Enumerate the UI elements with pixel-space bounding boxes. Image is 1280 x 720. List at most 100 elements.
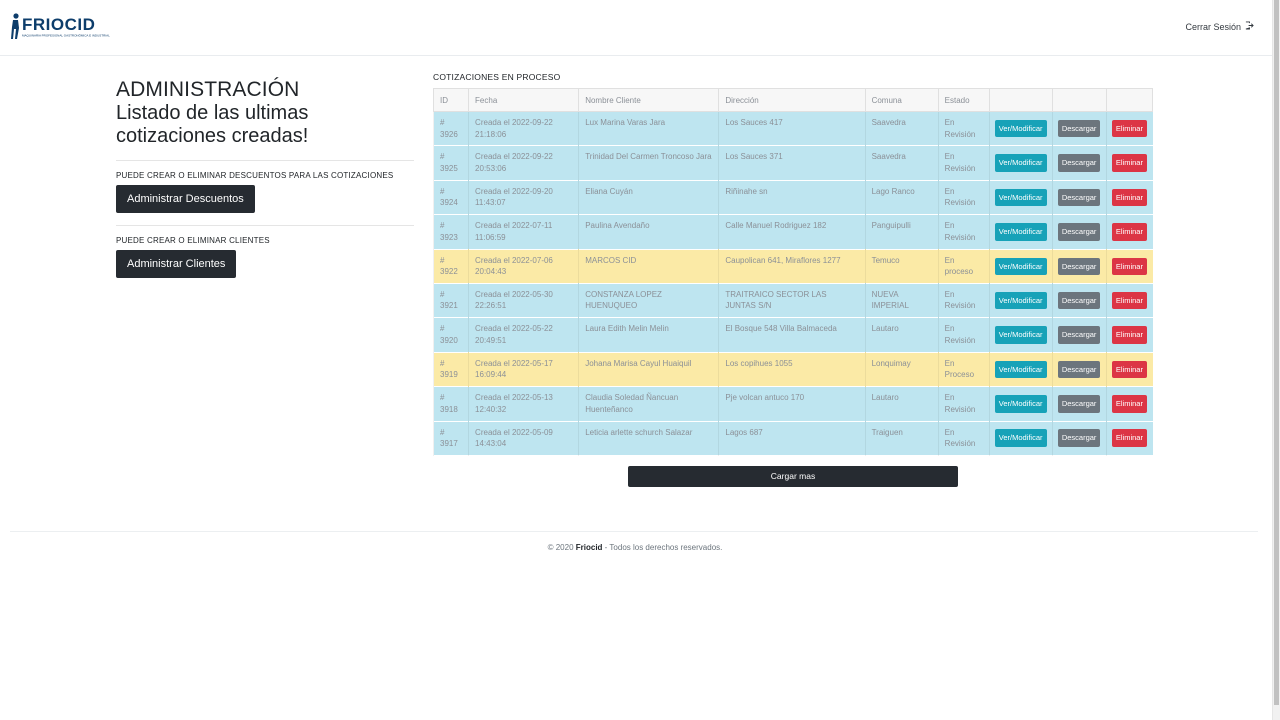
cell-id: #3921: [432, 283, 469, 318]
cell-delete: Eliminar: [1105, 249, 1153, 284]
cell-address: Lagos 687: [718, 421, 866, 456]
view-edit-button[interactable]: Ver/Modificar: [994, 223, 1047, 241]
download-button[interactable]: Descargar: [1057, 223, 1101, 241]
cell-date-day: Creada el 2022-09-22: [475, 152, 553, 162]
cell-comuna: Lago Ranco: [864, 180, 939, 215]
view-edit-button[interactable]: Ver/Modificar: [994, 395, 1047, 413]
delete-button[interactable]: Eliminar: [1111, 429, 1147, 447]
download-button[interactable]: Descargar: [1057, 257, 1101, 275]
cell-date: Creada el 2022-05-17 16:09:44: [468, 352, 579, 387]
manage-clients-button[interactable]: Administrar Clientes: [116, 250, 237, 278]
download-button[interactable]: Descargar: [1057, 429, 1101, 447]
delete-button[interactable]: Eliminar: [1111, 291, 1147, 310]
delete-button[interactable]: Eliminar: [1111, 326, 1147, 344]
cell-comuna: Temuco: [864, 249, 939, 284]
download-button[interactable]: Descargar: [1057, 395, 1101, 413]
delete-button[interactable]: Eliminar: [1111, 188, 1147, 207]
download-button[interactable]: Descargar: [1057, 188, 1101, 207]
scrollbar-thumb[interactable]: [1274, 0, 1279, 705]
sign-out-icon: [1245, 21, 1254, 32]
cell-delete: Eliminar: [1105, 180, 1153, 215]
cell-view: Ver/Modificar: [988, 180, 1053, 215]
view-edit-button[interactable]: Ver/Modificar: [994, 119, 1047, 138]
cell-date: Creada el 2022-05-09 14:43:04: [468, 421, 579, 456]
descuentos-label: PUEDE CREAR O ELIMINAR DESCUENTOS PARA L…: [116, 171, 394, 180]
page-scrollbar[interactable]: [1272, 0, 1280, 720]
cell-client: Paulina Avendaño: [578, 214, 719, 250]
download-button[interactable]: Descargar: [1057, 119, 1101, 138]
download-button[interactable]: Descargar: [1057, 154, 1101, 172]
delete-button[interactable]: Eliminar: [1111, 154, 1147, 172]
delete-button[interactable]: Eliminar: [1111, 360, 1147, 379]
table-row: #3922 Creada el 2022-07-06 20:04:43 MARCOS …: [432, 249, 1153, 284]
logout-link[interactable]: Cerrar Sesión: [1185, 21, 1254, 32]
cell-id-number: 3921: [440, 301, 458, 311]
cell-id-hash: #: [440, 221, 445, 231]
cell-delete: Eliminar: [1105, 214, 1153, 250]
cell-id: #3917: [432, 421, 469, 456]
cell-date-time: 22:26:51: [475, 301, 507, 311]
logout-label: Cerrar Sesión: [1185, 21, 1241, 32]
delete-button[interactable]: Eliminar: [1111, 119, 1147, 138]
cell-id: #3918: [432, 386, 469, 422]
cell-delete: Eliminar: [1105, 386, 1153, 422]
cell-date: Creada el 2022-07-06 20:04:43: [468, 249, 579, 284]
cell-client: Claudia Soledad Ñancuan Huenteñanco: [578, 386, 719, 422]
svg-text:MAQUINARIA PROFESIONAL GASTRON: MAQUINARIA PROFESIONAL GASTRONÓMICA E IN…: [22, 33, 110, 38]
view-edit-button[interactable]: Ver/Modificar: [994, 154, 1047, 172]
cell-date-day: Creada el 2022-05-09: [475, 427, 553, 437]
cell-client: MARCOS CID: [578, 249, 719, 284]
cell-view: Ver/Modificar: [988, 317, 1053, 353]
delete-button[interactable]: Eliminar: [1111, 223, 1147, 241]
download-button[interactable]: Descargar: [1057, 360, 1101, 379]
table-row: #3920 Creada el 2022-05-22 20:49:51 Laura E…: [432, 317, 1153, 353]
friocid-logo[interactable]: FRIOCID MAQUINARIA PROFESIONAL GASTRONÓM…: [10, 11, 114, 41]
table-title: COTIZACIONES EN PROCESO: [433, 72, 561, 82]
cell-id-hash: #: [440, 152, 445, 162]
view-edit-button[interactable]: Ver/Modificar: [994, 188, 1047, 207]
cell-view: Ver/Modificar: [988, 352, 1053, 387]
load-more-button[interactable]: Cargar mas: [628, 466, 958, 487]
footer: © 2020 Friocid - Todos los derechos rese…: [0, 543, 1270, 552]
cell-delete: Eliminar: [1105, 352, 1153, 387]
cell-download: Descargar: [1051, 145, 1107, 181]
footer-copyright: © 2020: [547, 543, 574, 552]
delete-button[interactable]: Eliminar: [1111, 395, 1147, 413]
cell-id: #3924: [432, 180, 469, 215]
delete-button[interactable]: Eliminar: [1111, 257, 1147, 275]
manage-discounts-button[interactable]: Administrar Descuentos: [116, 185, 255, 213]
column-header-id: ID: [432, 88, 470, 112]
footer-divider: [10, 531, 1258, 532]
cell-id-number: 3922: [440, 267, 458, 277]
cell-client: Laura Edith Melin Melin: [578, 317, 719, 353]
view-edit-button[interactable]: Ver/Modificar: [994, 360, 1047, 379]
download-button[interactable]: Descargar: [1057, 291, 1101, 310]
cell-id-number: 3924: [440, 198, 458, 208]
cell-id-number: 3923: [440, 232, 458, 242]
cell-download: Descargar: [1051, 386, 1107, 422]
cell-date-day: Creada el 2022-09-22: [475, 118, 553, 127]
cell-comuna: Lonquimay: [864, 352, 939, 387]
cell-delete: Eliminar: [1105, 111, 1153, 146]
cell-id: #3926: [432, 111, 469, 146]
cell-estado: En Revisión: [937, 317, 990, 353]
cell-id-number: 3925: [440, 163, 458, 173]
cell-download: Descargar: [1051, 421, 1107, 456]
view-edit-button[interactable]: Ver/Modificar: [994, 429, 1047, 447]
view-edit-button[interactable]: Ver/Modificar: [994, 257, 1047, 275]
cell-estado: En Revisión: [937, 145, 990, 181]
cell-delete: Eliminar: [1105, 317, 1153, 353]
cell-id-number: 3917: [440, 439, 458, 449]
view-edit-button[interactable]: Ver/Modificar: [994, 291, 1047, 310]
cell-client: Johana Marisa Cayul Huaiquil: [578, 352, 719, 387]
cell-date-time: 11:06:59: [475, 232, 506, 242]
cell-client: Eliana Cuyán: [578, 180, 719, 215]
cell-date-day: Creada el 2022-07-11: [475, 221, 553, 231]
view-edit-button[interactable]: Ver/Modificar: [994, 326, 1047, 344]
cell-view: Ver/Modificar: [988, 214, 1053, 250]
download-button[interactable]: Descargar: [1057, 326, 1101, 344]
cell-download: Descargar: [1051, 214, 1107, 250]
cell-id-number: 3918: [440, 404, 458, 414]
cell-estado: En Revisión: [937, 421, 990, 456]
cell-date-time: 12:40:32: [475, 404, 507, 414]
